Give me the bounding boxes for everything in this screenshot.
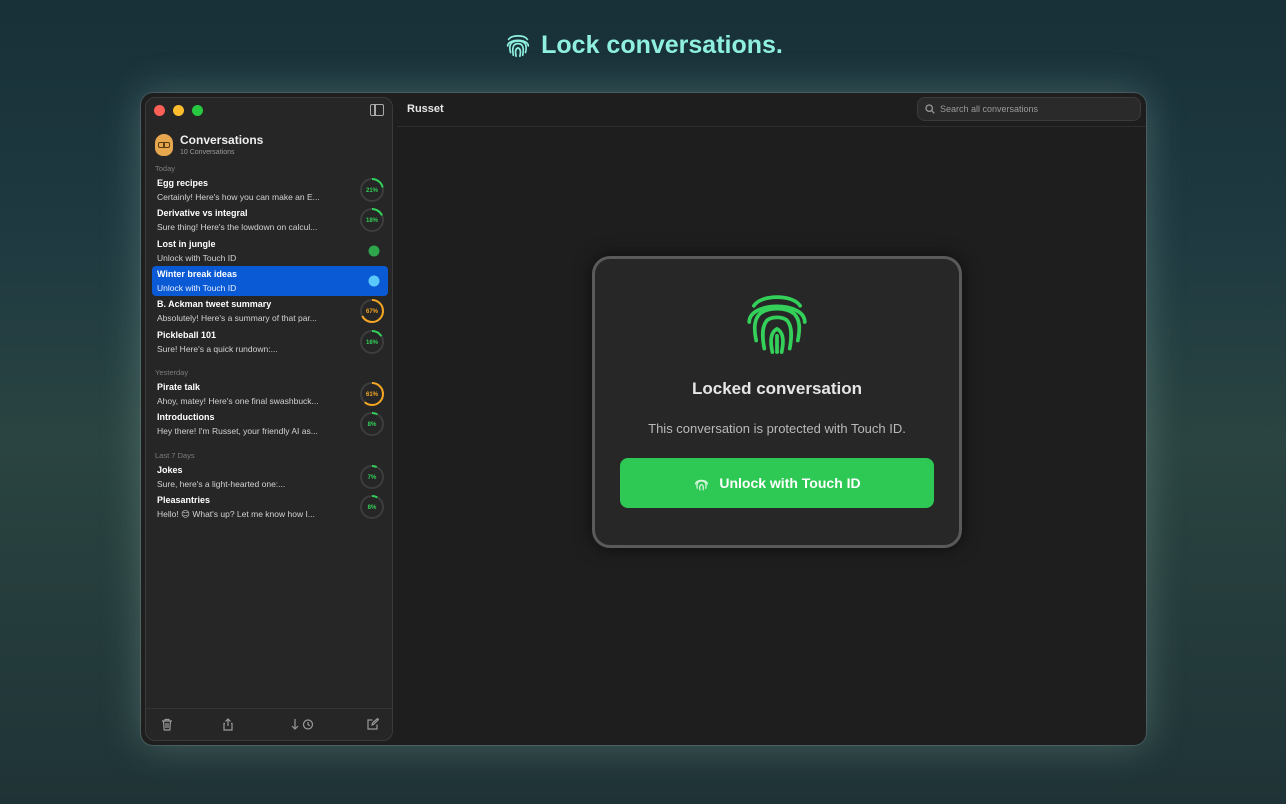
conversation-item[interactable]: Lost in jungle Unlock with Touch ID (152, 236, 388, 266)
fingerprint-icon (695, 479, 709, 491)
compose-icon[interactable] (366, 717, 380, 732)
context-usage-ring: 8% (360, 495, 384, 520)
locked-conversation-card: Locked conversation This conversation is… (592, 256, 962, 548)
headline: Lock conversations. (0, 30, 1286, 60)
conversation-preview: Sure, here's a light-hearted one:... (157, 479, 286, 489)
context-usage-label: 21% (366, 188, 379, 194)
main-title: Russet (407, 103, 444, 115)
conversation-item[interactable]: Introductions Hey there! I'm Russet, your… (152, 409, 388, 439)
sidebar: Conversations 10 Conversations Today Egg … (145, 97, 393, 741)
search-icon (925, 104, 935, 114)
conversation-preview: Ahoy, matey! Here's one final swashbuck.… (157, 396, 319, 406)
section-label: Today (155, 164, 176, 173)
conversation-item[interactable]: B. Ackman tweet summary Absolutely! Here'… (152, 296, 388, 326)
context-usage-label: 61% (366, 392, 379, 398)
share-icon[interactable] (221, 718, 235, 732)
header-divider (397, 126, 1146, 127)
conversations-title: Conversations (180, 133, 264, 147)
conversation-title: Pirate talk (157, 382, 201, 392)
fingerprint-icon (368, 245, 380, 257)
section-label: Yesterday (155, 368, 189, 377)
locked-title: Locked conversation (691, 379, 863, 398)
conversations-count: 10 Conversations (180, 149, 235, 156)
search-bar[interactable] (917, 97, 1141, 121)
context-usage-ring: 8% (360, 412, 384, 437)
locked-description: This conversation is protected with Touc… (648, 421, 906, 436)
sidebar-toggle-icon[interactable] (370, 104, 384, 116)
fingerprint-icon (506, 35, 530, 58)
context-usage-ring: 7% (360, 465, 384, 489)
conversation-title: Lost in jungle (157, 238, 216, 249)
conversation-title: Winter break ideas (157, 268, 237, 279)
potato-avatar-icon (155, 133, 173, 156)
conversation-preview: Absolutely! Here's a summary of that par… (157, 313, 317, 324)
context-usage-label: 18% (366, 218, 379, 224)
conversation-title: Egg recipes (157, 178, 209, 188)
context-usage-ring: 18% (360, 208, 384, 233)
sidebar-footer (146, 708, 392, 740)
conversation-preview: Sure! Here's a quick rundown:... (157, 343, 278, 354)
conversation-preview: Unlock with Touch ID (157, 282, 237, 293)
trash-icon[interactable] (160, 718, 174, 732)
context-usage-label: 67% (366, 309, 379, 315)
conversation-preview: Sure thing! Here's the lowdown on calcul… (157, 222, 318, 233)
headline-text: Lock conversations. (541, 30, 783, 59)
app-window: Conversations 10 Conversations Today Egg … (141, 93, 1146, 745)
fingerprint-icon (747, 295, 807, 354)
context-usage-label: 7% (368, 475, 377, 481)
zoom-window-button[interactable] (192, 105, 203, 116)
sort-history-icon[interactable] (286, 718, 320, 732)
search-input[interactable] (940, 104, 1130, 114)
context-usage-ring: 67% (360, 299, 384, 324)
conversation-preview: Hello! 😊 What's up? Let me know how I... (157, 509, 315, 520)
context-usage-label: 8% (368, 422, 377, 428)
context-usage-ring: 21% (360, 178, 384, 202)
conversation-item[interactable]: Pleasantries Hello! 😊 What's up? Let me k… (152, 492, 388, 522)
conversation-title: Jokes (157, 465, 183, 475)
close-window-button[interactable] (154, 105, 165, 116)
conversation-item[interactable]: Jokes Sure, here's a light-hearted one:..… (152, 462, 388, 492)
conversation-title: B. Ackman tweet summary (157, 299, 272, 310)
minimize-window-button[interactable] (173, 105, 184, 116)
section-label: Last 7 Days (155, 451, 195, 460)
context-usage-label: 16% (366, 340, 379, 346)
unlock-button-label: Unlock with Touch ID (719, 475, 861, 491)
conversation-title: Pickleball 101 (157, 329, 217, 340)
conversation-preview: Hey there! I'm Russet, your friendly AI … (157, 426, 318, 437)
conversation-item[interactable]: Pirate talk Ahoy, matey! Here's one final… (152, 379, 388, 409)
traffic-lights (154, 105, 203, 116)
unlock-touch-id-button[interactable]: Unlock with Touch ID (620, 458, 934, 508)
conversation-item[interactable]: Pickleball 101 Sure! Here's a quick rundo… (152, 327, 388, 357)
fingerprint-icon (368, 275, 380, 287)
conversation-item[interactable]: Derivative vs integral Sure thing! Here's… (152, 205, 388, 235)
conversations-header: Conversations 10 Conversations (155, 133, 263, 156)
conversation-preview: Certainly! Here's how you can make an E.… (157, 192, 320, 202)
context-usage-ring: 16% (360, 329, 384, 354)
context-usage-label: 8% (368, 505, 377, 511)
conversation-title: Introductions (157, 412, 215, 423)
conversation-item[interactable]: Winter break ideas Unlock with Touch ID (152, 265, 388, 296)
conversation-title: Derivative vs integral (157, 208, 248, 219)
conversation-item[interactable]: Egg recipes Certainly! Here's how you can… (152, 175, 388, 205)
conversation-title: Pleasantries (157, 495, 211, 506)
conversation-preview: Unlock with Touch ID (157, 252, 237, 263)
context-usage-ring: 61% (360, 382, 384, 406)
